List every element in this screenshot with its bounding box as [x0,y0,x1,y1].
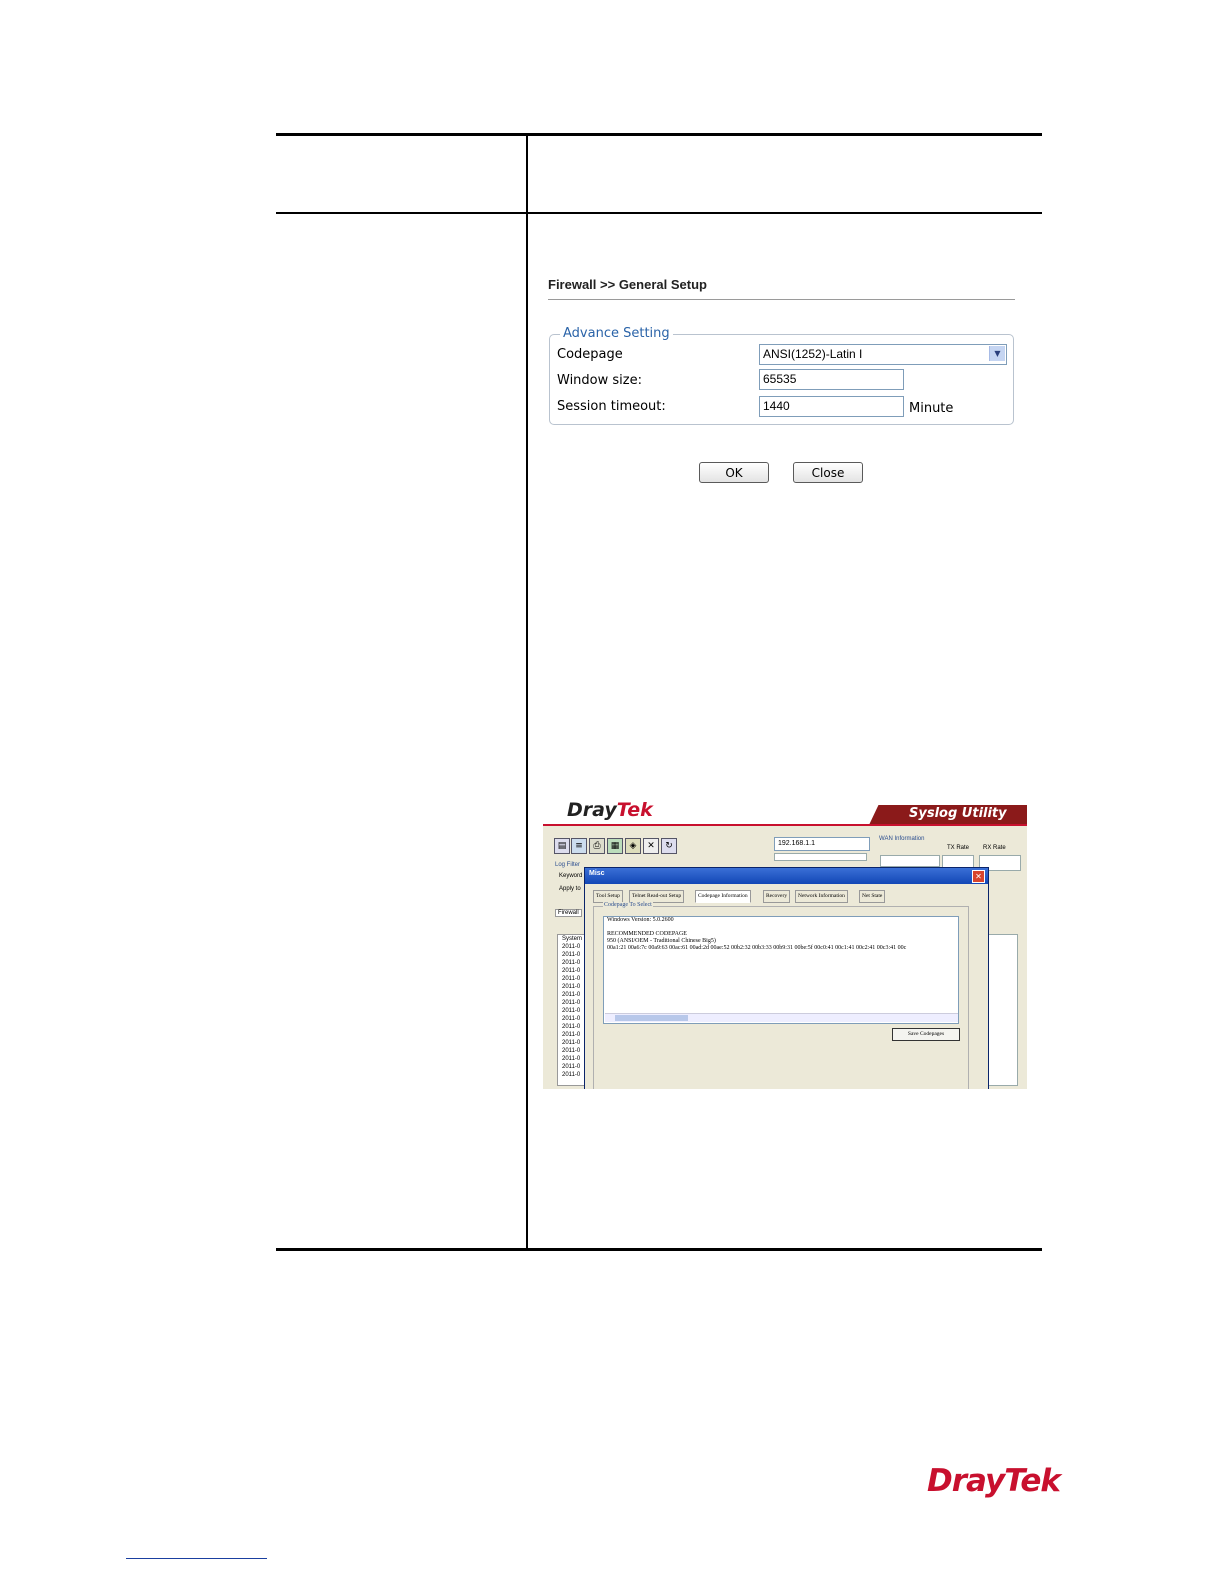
save-icon[interactable]: ▤ [554,838,570,854]
rx-rate-label: RX Rate [983,845,1006,851]
close-button[interactable]: Close [793,462,863,483]
wan-select[interactable] [880,855,940,867]
tab-codepage-information[interactable]: Codepage Information [695,890,751,903]
session-timeout-unit: Minute [909,401,954,416]
chevron-down-icon[interactable]: ▼ [989,346,1005,361]
syslog-screenshot: DrayTek Syslog Utility ▤ ≡ ⎙ ▦ ◈ ✕ ↻ 192… [543,795,1027,1089]
footer-link-underline [126,1558,267,1559]
log-filter-label: Log Filter [555,862,581,868]
misc-titlebar: Misc ✕ [585,868,988,884]
session-timeout-value: 1440 [763,399,790,413]
filter-icon[interactable]: ◈ [625,838,641,854]
syslog-header-line [543,824,1027,826]
codepage-textarea[interactable]: Windows Version: 5.0.2600 RECOMMENDED CO… [603,916,959,1024]
refresh-icon[interactable]: ↻ [661,838,677,854]
keyword-label: Keyword [559,873,583,879]
router-ip-select[interactable]: 192.168.1.1 [774,837,870,851]
codepage-line: 00a1:21 00a6:7c 00a9:63 00ac:61 00ad:2d … [607,945,907,951]
codepage-value: ANSI(1252)-Latin I [763,347,863,361]
close-icon[interactable]: ✕ [972,870,985,883]
tab-firewall[interactable]: Firewall [555,909,582,917]
draytek-logo: DrayTek [927,1463,1061,1499]
print-icon[interactable]: ⎙ [589,838,605,854]
scrollbar-thumb[interactable] [615,1015,688,1021]
table-header-rule [276,212,1042,214]
ok-button[interactable]: OK [699,462,769,483]
misc-dialog: Misc ✕ Tool Setup Telnet Read-out Setup … [584,867,989,1089]
wan-info-label: WAN Information [879,836,925,842]
window-size-value: 65535 [763,372,797,386]
grid-icon[interactable]: ▦ [607,838,623,854]
codepage-line: Windows Version: 5.0.2600 [607,917,674,923]
table-column-divider [526,133,528,1250]
tab-recovery[interactable]: Recovery [763,890,791,903]
right-log-panel [988,934,1018,1086]
tools-icon[interactable]: ✕ [643,838,659,854]
codepage-group-label: Codepage To Select [603,902,653,908]
page-title: Firewall >> General Setup [548,277,707,292]
window-size-label: Window size: [557,373,642,388]
syslog-logo: DrayTek [567,799,653,821]
codepage-line [604,924,958,931]
misc-title: Misc [589,870,605,877]
window-size-input[interactable]: 65535 [759,369,904,390]
syslog-banner-title: Syslog Utility [909,806,1007,821]
syslog-header: DrayTek Syslog Utility [543,795,1027,825]
tx-rate-label: TX Rate [947,845,970,851]
apply-label: Apply to [559,886,581,892]
list-icon[interactable]: ≡ [571,838,587,854]
table-bottom-rule [276,1248,1042,1251]
advance-setting-legend: Advance Setting [560,326,673,341]
session-timeout-label: Session timeout: [557,399,666,414]
horizontal-scrollbar[interactable] [605,1013,958,1022]
codepage-label: Codepage [557,347,623,362]
codepage-select[interactable]: ANSI(1252)-Latin I ▼ [759,344,1007,365]
title-divider [548,299,1015,300]
codepage-line: RECOMMENDED CODEPAGE [607,931,687,937]
tab-network-information[interactable]: Network Information [795,890,848,903]
codepage-line: 950 (ANSI/OEM - Traditional Chinese Big5… [607,938,716,944]
table-top-rule [276,133,1042,136]
save-codepages-button[interactable]: Save Codepages [892,1028,960,1041]
session-timeout-input[interactable]: 1440 [759,396,904,417]
router-status-box [774,853,867,861]
tab-net-state[interactable]: Net State [859,890,886,903]
